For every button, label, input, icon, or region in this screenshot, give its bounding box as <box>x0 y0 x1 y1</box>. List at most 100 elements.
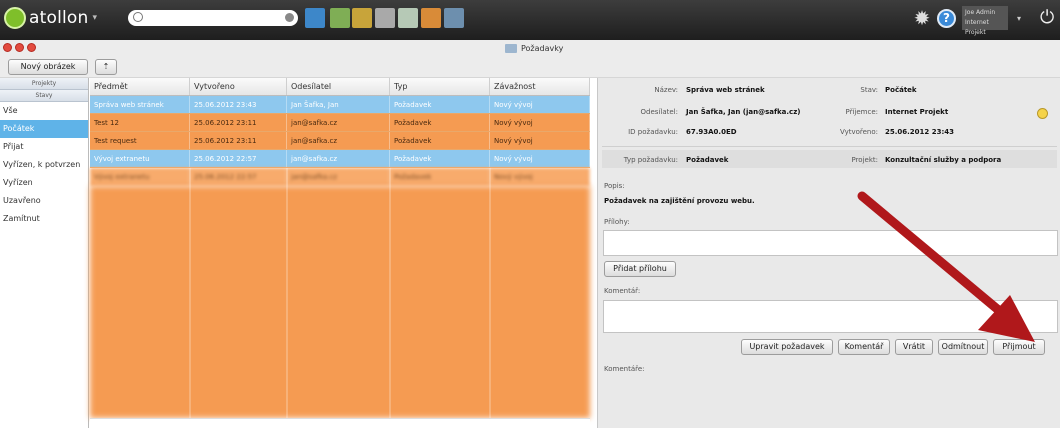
table-cell-subject: Test 12 <box>90 114 190 131</box>
table-cell-created: 25.06.2012 23:11 <box>190 114 287 131</box>
projects-icon[interactable] <box>330 8 350 28</box>
sidebar-item[interactable]: Počátek <box>0 120 88 138</box>
requests-table: Předmět Vytvořeno Odesílatel Typ Závažno… <box>90 78 590 428</box>
search-input[interactable] <box>128 10 298 26</box>
add-attachment-button[interactable]: Přidat přílohu <box>604 261 676 277</box>
table-cell-severity: Nový vývoj <box>490 168 590 186</box>
table-cell-subject: Vývoj extranetu <box>90 150 190 167</box>
column-header-type[interactable]: Typ <box>390 78 490 95</box>
sidebar-item[interactable]: Vyřízen, k potvrzen <box>0 156 88 174</box>
chevron-down-icon[interactable]: ▾ <box>93 13 98 23</box>
sidebar: Projekty Stavy Vše Počátek Přijat Vyřízen, … <box>0 78 89 428</box>
export-button[interactable]: ⇡ <box>95 59 117 75</box>
detail-divider <box>602 146 1057 147</box>
description-label: Popis: <box>604 182 625 190</box>
tasks-icon[interactable] <box>421 8 441 28</box>
settings-gear-icon[interactable]: ✹ <box>912 8 932 28</box>
table-cell-severity: Nový vývoj <box>490 96 590 113</box>
table-cell-sender: Jan Šafka, Jan <box>287 96 390 113</box>
top-bar: atollon ▾ ✹ ? Joe Admin Internet Projekt… <box>0 0 1060 40</box>
sidebar-item[interactable]: Přijat <box>0 138 88 156</box>
edit-request-button[interactable]: Upravit požadavek <box>741 339 833 355</box>
table-cell-sender: jan@safka.cz <box>287 168 390 186</box>
column-header-created[interactable]: Vytvořeno <box>190 78 287 95</box>
sidebar-section-projects[interactable]: Projekty <box>0 78 88 90</box>
recipient-label: Příjemce: <box>845 108 878 116</box>
table-row[interactable]: Vývoj extranetu 25.06.2012 22:57 jan@safka… <box>90 150 590 168</box>
attachments-list[interactable] <box>603 230 1058 256</box>
column-header-sender[interactable]: Odesílatel <box>287 78 390 95</box>
state-value: Počátek <box>885 86 917 94</box>
table-row[interactable]: Správa web stránek 25.06.2012 23:43 Jan Ša… <box>90 96 590 114</box>
table-cell-type: Požadavek <box>390 150 490 167</box>
logo-icon <box>4 7 26 29</box>
window-close-icon[interactable] <box>3 43 12 52</box>
comment-button[interactable]: Komentář <box>838 339 890 355</box>
sidebar-item[interactable]: Uzavřeno <box>0 192 88 210</box>
table-cell-type: Požadavek <box>390 132 490 149</box>
user-menu[interactable]: Joe Admin Internet Projekt <box>962 6 1008 36</box>
requests-icon[interactable] <box>444 8 464 28</box>
table-cell-created: 25.06.2012 22:57 <box>190 168 287 186</box>
window-toolbar: Nový obrázek ⇡ <box>0 58 1060 78</box>
created-label: Vytvořeno: <box>839 128 878 136</box>
project-label: Projekt: <box>851 156 878 164</box>
table-header: Předmět Vytvořeno Odesílatel Typ Závažno… <box>90 78 590 96</box>
type-value: Požadavek <box>686 156 729 164</box>
requests-window-icon <box>505 44 517 53</box>
table-cell-subject: Test request <box>90 132 190 149</box>
documents-icon[interactable] <box>375 8 395 28</box>
table-row[interactable]: Test request 25.06.2012 23:11 jan@safka.cz… <box>90 132 590 150</box>
table-cell-severity: Nový vývoj <box>490 132 590 149</box>
user-chevron-down-icon[interactable]: ▾ <box>1017 14 1021 23</box>
type-label: Typ požadavku: <box>623 156 678 164</box>
reject-button[interactable]: Odmítnout <box>938 339 988 355</box>
table-row[interactable]: Test 12 25.06.2012 23:11 jan@safka.cz Požad… <box>90 114 590 132</box>
table-cell-type: Požadavek <box>390 114 490 131</box>
table-body: Správa web stránek 25.06.2012 23:43 Jan Ša… <box>90 96 590 168</box>
state-label: Stav: <box>860 86 878 94</box>
table-cell-created: 25.06.2012 23:11 <box>190 132 287 149</box>
user-name: Joe Admin <box>965 9 996 16</box>
status-indicator-icon <box>1037 108 1048 119</box>
sidebar-item[interactable]: Zamítnut <box>0 210 88 228</box>
window-minimize-icon[interactable] <box>15 43 24 52</box>
sidebar-item[interactable]: Vyřízen <box>0 174 88 192</box>
sidebar-item[interactable]: Vše <box>0 102 88 120</box>
accept-button[interactable]: Přijmout <box>993 339 1045 355</box>
app-logo[interactable]: atollon ▾ <box>4 7 97 29</box>
user-company: Internet Projekt <box>965 19 989 36</box>
project-value: Konzultační služby a podpora <box>885 156 1002 164</box>
recipient-value: Internet Projekt <box>885 108 949 116</box>
statistics-icon[interactable] <box>352 8 372 28</box>
search-icon <box>133 12 143 22</box>
sidebar-section-states[interactable]: Stavy <box>0 90 88 102</box>
table-cell-severity: Nový vývoj <box>490 150 590 167</box>
name-label: Název: <box>654 86 678 94</box>
window-title: Požadavky <box>505 44 563 53</box>
table-cell-type: Požadavek <box>390 168 490 186</box>
help-icon[interactable]: ? <box>937 9 956 28</box>
table-cell-sender: jan@safka.cz <box>287 150 390 167</box>
description-value: Požadavek na zajištění provozu webu. <box>604 197 755 205</box>
comments-label: Komentáře: <box>604 365 645 373</box>
created-value: 25.06.2012 23:43 <box>885 128 955 136</box>
column-header-subject[interactable]: Předmět <box>90 78 190 95</box>
new-request-button[interactable]: Nový obrázek <box>8 59 88 75</box>
sender-value: Jan Šafka, Jan (jan@safka.cz) <box>686 108 801 116</box>
comment-label: Komentář: <box>604 287 641 295</box>
request-id-label: ID požadavku: <box>628 128 678 136</box>
window-maximize-icon[interactable] <box>27 43 36 52</box>
request-id-value: 67.93A0.0ED <box>686 128 737 136</box>
column-header-severity[interactable]: Závažnost <box>490 78 590 95</box>
table-cell-created: 25.06.2012 23:43 <box>190 96 287 113</box>
window-title-text: Požadavky <box>521 44 564 53</box>
calendar-icon[interactable] <box>398 8 418 28</box>
exit-icon[interactable]: ⏻ <box>1040 7 1054 28</box>
clear-search-icon[interactable] <box>285 13 294 22</box>
return-button[interactable]: Vrátit <box>895 339 933 355</box>
contacts-icon[interactable] <box>305 8 325 28</box>
name-value: Správa web stránek <box>686 86 765 94</box>
app-name: atollon <box>29 8 89 28</box>
comment-field[interactable] <box>603 300 1058 333</box>
